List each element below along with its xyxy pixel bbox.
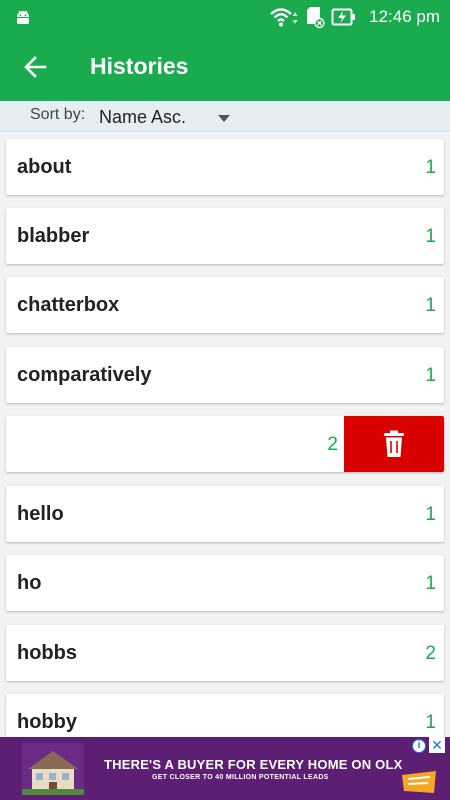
- history-word: comparatively: [17, 364, 152, 386]
- history-count: 2: [425, 643, 436, 664]
- ad-subline: GET CLOSER TO 40 MILLION POTENTIAL LEADS: [152, 774, 329, 781]
- status-bar: 12:46 pm: [0, 0, 450, 33]
- sort-bar: Sort by: Name Asc.: [0, 101, 450, 132]
- history-count: 1: [425, 295, 436, 316]
- app-bar: Histories: [0, 33, 450, 101]
- list-item[interactable]: comparatively 1: [6, 347, 444, 403]
- sort-dropdown[interactable]: Name Asc.: [99, 105, 239, 129]
- history-count: 2: [327, 434, 338, 455]
- history-count: 1: [425, 226, 436, 247]
- status-time: 12:46 pm: [369, 6, 440, 26]
- history-count: 1: [425, 712, 436, 733]
- ad-banner[interactable]: THERE'S A BUYER FOR EVERY HOME ON OLX GE…: [0, 737, 450, 800]
- history-word: ho: [17, 572, 42, 594]
- sd-card-icon: [307, 6, 325, 28]
- house-image: [22, 743, 84, 795]
- history-count: 1: [425, 365, 436, 386]
- sort-selected-value: Name Asc.: [99, 107, 187, 127]
- ad-headline: THERE'S A BUYER FOR EVERY HOME ON OLX: [104, 757, 403, 772]
- close-icon[interactable]: ✕: [429, 737, 445, 753]
- sort-label: Sort by:: [30, 106, 86, 123]
- wifi-icon: [270, 7, 298, 26]
- screen: 12:46 pm Histories Sort by: Name Asc. ab…: [0, 0, 450, 800]
- history-word: blabber: [17, 225, 90, 247]
- history-word: hobby: [17, 711, 77, 733]
- history-word: hobbs: [17, 642, 77, 664]
- olx-badge-image: [402, 771, 436, 793]
- info-icon[interactable]: i: [412, 739, 426, 753]
- history-word: about: [17, 156, 72, 178]
- delete-button[interactable]: [344, 416, 444, 472]
- list-item[interactable]: ho 1: [6, 555, 444, 611]
- trash-icon: [384, 430, 404, 457]
- chevron-down-icon: [218, 115, 230, 122]
- history-word: hello: [17, 503, 64, 525]
- list-item[interactable]: hello 1: [6, 486, 444, 542]
- history-word: chatterbox: [17, 294, 120, 316]
- android-icon: [17, 10, 29, 24]
- battery-charging-icon: [331, 8, 356, 25]
- history-count: 1: [425, 157, 436, 178]
- list-item[interactable]: chatterbox 1: [6, 277, 444, 333]
- arrow-left-icon: [24, 56, 47, 78]
- list-item-swiped[interactable]: 2: [6, 416, 444, 472]
- history-count: 1: [425, 573, 436, 594]
- list-item[interactable]: about 1: [6, 139, 444, 195]
- back-button[interactable]: [18, 51, 52, 83]
- list-item[interactable]: hobbs 2: [6, 625, 444, 681]
- page-title: Histories: [90, 53, 189, 79]
- list-item[interactable]: blabber 1: [6, 208, 444, 264]
- history-count: 1: [425, 504, 436, 525]
